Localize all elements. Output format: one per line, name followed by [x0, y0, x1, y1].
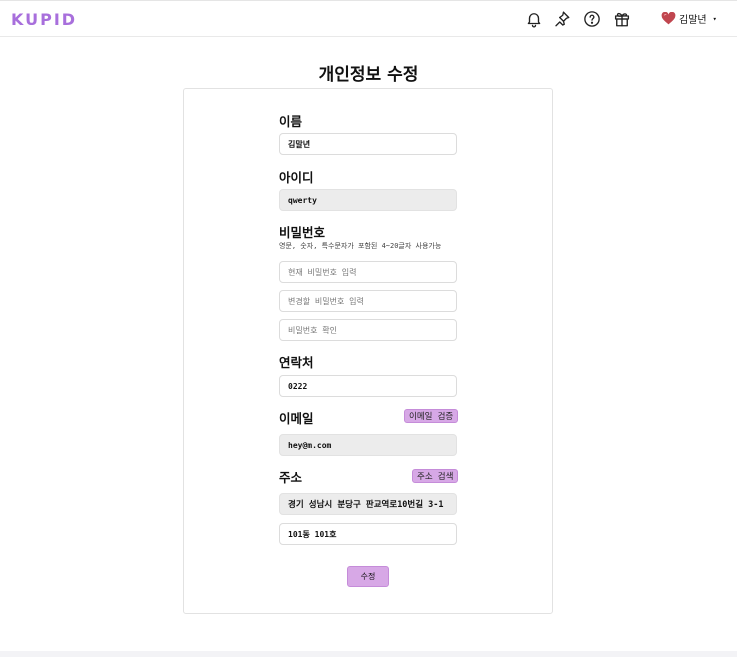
address-label: 주소	[279, 470, 303, 485]
address-detail-input[interactable]: 101동 101호	[279, 523, 457, 545]
password-hint: 영문, 숫자, 특수문자가 포함된 4~20글자 사용가능	[279, 242, 442, 250]
email-verify-button[interactable]: 이메일 검증	[404, 409, 459, 423]
email-label: 이메일	[279, 411, 314, 426]
current-password-input[interactable]: 현재 비밀번호 입력	[279, 261, 457, 283]
user-name: 김말년	[679, 15, 707, 26]
new-password-input[interactable]: 변경할 비밀번호 입력	[279, 290, 457, 312]
name-label: 이름	[279, 114, 303, 129]
submit-button[interactable]: 수정	[347, 566, 389, 587]
phone-label: 연락처	[279, 355, 314, 370]
gift-icon[interactable]	[613, 10, 631, 28]
password-label: 비밀번호	[279, 225, 326, 240]
bell-icon[interactable]	[525, 10, 543, 28]
address-line1-field: 경기 성남시 분당구 판교역로10번길 3-1	[279, 493, 457, 515]
address-search-button[interactable]: 주소 검색	[412, 469, 459, 483]
heart-icon	[661, 12, 676, 25]
page-bottom-edge	[0, 651, 737, 657]
top-navigation-bar: KUPID 김말년 ▾	[0, 0, 737, 37]
page-title: 개인정보 수정	[318, 65, 419, 85]
id-field: qwerty	[279, 189, 457, 211]
phone-input[interactable]: 0222	[279, 375, 457, 397]
id-label: 아이디	[279, 170, 314, 185]
user-menu[interactable]: 김말년 ▾	[661, 11, 717, 26]
email-field: hey@m.com	[279, 434, 457, 456]
name-input[interactable]: 김말년	[279, 133, 457, 155]
help-icon[interactable]	[583, 10, 601, 28]
caret-down-icon: ▾	[712, 14, 717, 23]
pin-icon[interactable]	[553, 10, 571, 28]
kupid-logo[interactable]: KUPID	[11, 10, 77, 29]
confirm-password-input[interactable]: 비밀번호 확인	[279, 319, 457, 341]
